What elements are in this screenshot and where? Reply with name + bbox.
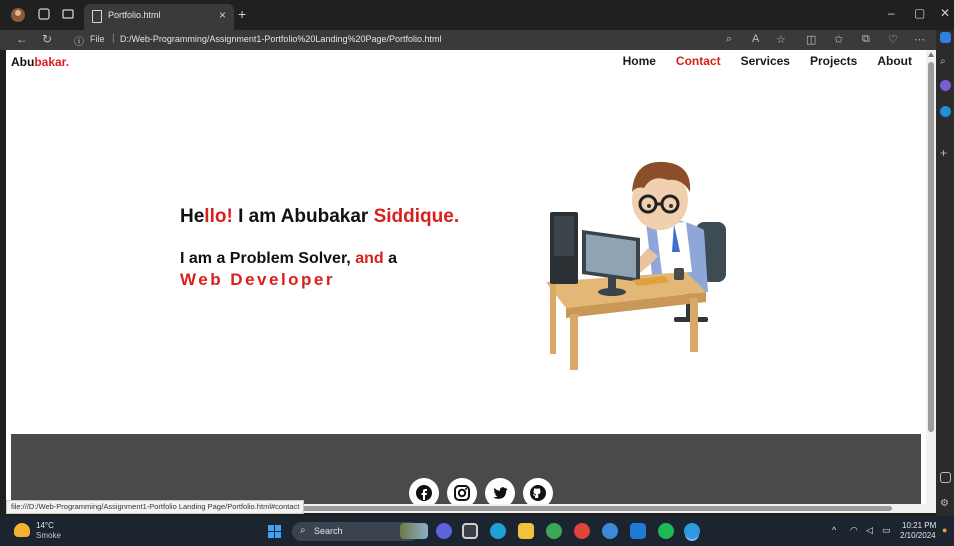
volume-icon[interactable]: ◁ (866, 525, 873, 536)
site-info-icon[interactable]: ⓘ (74, 33, 84, 48)
split-screen-icon[interactable]: ◫ (806, 33, 816, 46)
spotify-icon[interactable] (658, 523, 674, 539)
page-vertical-scrollbar[interactable] (926, 50, 936, 513)
address-url[interactable]: D:/Web-Programming/Assignment1-Portfolio… (120, 34, 442, 44)
hero-hello-accent: llo! (204, 206, 233, 227)
chrome-alt-icon[interactable] (602, 523, 618, 539)
clock-time[interactable]: 10:21 PM (902, 521, 936, 530)
nav-contact[interactable]: Contact (676, 54, 721, 68)
tray-chevron-icon[interactable]: ^ (832, 525, 836, 535)
more-menu-icon[interactable]: ⋯ (914, 33, 925, 46)
hero-tagline: I am a Problem Solver, and a (180, 250, 397, 268)
notification-bell-icon[interactable]: ● (942, 525, 947, 535)
chrome-profile-icon[interactable] (574, 523, 590, 539)
meet-app-icon[interactable] (436, 523, 452, 539)
hero-name-accent: Siddique. (373, 206, 460, 227)
site-brand-logo[interactable]: Abubakar. (11, 55, 69, 69)
nav-services[interactable]: Services (741, 54, 790, 68)
edge-sidebar: ⌕ + ⚙ (936, 30, 954, 516)
battery-icon[interactable]: ▭ (882, 525, 891, 536)
read-aloud-icon[interactable]: A (752, 33, 759, 45)
tab-close-icon[interactable]: × (219, 8, 226, 22)
sidebar-app-icon[interactable] (940, 80, 951, 91)
favorites-icon[interactable]: ✩ (834, 33, 843, 46)
windows-taskbar: 14°C Smoke ⌕ Search ^ ◠ ◁ ▭ 10:21 PM 2/1… (0, 516, 954, 546)
refresh-icon[interactable]: ↻ (42, 32, 52, 46)
tab-portfolio[interactable]: Portfolio.html × (84, 4, 234, 30)
developer-illustration (546, 161, 726, 370)
screen: Portfolio.html × + – ▢ ✕ ← ↻ ⓘ File | D:… (0, 0, 954, 546)
sidebar-layout-icon[interactable] (940, 472, 951, 483)
browser-titlebar: Portfolio.html × + – ▢ ✕ (0, 0, 954, 30)
sidebar-add-icon[interactable]: + (940, 147, 951, 159)
minimize-icon[interactable]: – (888, 6, 895, 20)
file-explorer-icon[interactable] (518, 523, 534, 539)
clock-date[interactable]: 2/10/2024 (900, 531, 936, 540)
weather-temperature: 14°C (36, 521, 54, 530)
status-link-preview: file:///D:/Web-Programming/Assignment1-P… (6, 500, 305, 514)
edge-active-icon[interactable] (684, 523, 700, 539)
brand-accent: bakar. (34, 55, 70, 69)
outlook-icon[interactable] (940, 106, 951, 117)
address-separator: | (112, 33, 115, 44)
address-toolbar: ← ↻ ⓘ File | D:/Web-Programming/Assignme… (0, 30, 954, 50)
close-window-icon[interactable]: ✕ (940, 6, 950, 20)
windows-start-icon[interactable] (268, 525, 281, 538)
profile-avatar-icon[interactable] (10, 7, 26, 23)
vscode-icon[interactable] (630, 523, 646, 539)
nav-home[interactable]: Home (623, 54, 656, 68)
search-icon: ⌕ (300, 525, 306, 536)
task-view-icon[interactable] (462, 523, 478, 539)
hero-tagline-end: a (383, 250, 397, 267)
back-arrow-icon[interactable]: ← (16, 32, 28, 46)
web-page: Abubakar. Home Contact Services Projects… (6, 50, 926, 513)
copilot-icon[interactable] (940, 32, 951, 43)
weather-icon[interactable] (14, 523, 30, 537)
search-placeholder: Search (314, 526, 343, 536)
tab-actions-icon[interactable] (60, 7, 76, 23)
edge-app-icon[interactable] (490, 523, 506, 539)
scroll-up-arrow-icon[interactable] (928, 52, 934, 57)
file-protocol-label: File (90, 34, 105, 44)
site-navigation: Home Contact Services Projects About (623, 54, 912, 68)
restore-icon[interactable]: ▢ (914, 6, 925, 20)
search-highlight-icon[interactable] (400, 523, 428, 539)
nav-projects[interactable]: Projects (810, 54, 857, 68)
new-tab-button[interactable]: + (238, 6, 246, 22)
favorite-star-icon[interactable]: ☆ (776, 33, 786, 46)
hero-role: Web Developer (180, 270, 336, 289)
hero-tagline-main: I am a Problem Solver, (180, 250, 356, 267)
workspaces-icon[interactable] (36, 7, 52, 23)
collections-icon[interactable]: ⧉ (862, 33, 870, 46)
sidebar-search-icon[interactable]: ⌕ (940, 56, 951, 67)
address-bar[interactable]: ⓘ File | D:/Web-Programming/Assignment1-… (70, 32, 800, 48)
sidebar-settings-icon[interactable]: ⚙ (940, 498, 951, 509)
document-icon (92, 10, 102, 23)
nav-about[interactable]: About (877, 54, 912, 68)
hero-tagline-accent: and (355, 250, 384, 267)
scrollbar-thumb[interactable] (928, 62, 934, 432)
chrome-app-icon[interactable] (546, 523, 562, 539)
zoom-icon[interactable]: ⌕ (726, 33, 732, 46)
tab-title: Portfolio.html (108, 10, 161, 20)
hero-hello-prefix: He (180, 206, 205, 227)
brand-main: Abu (11, 55, 35, 69)
hero-intro: I am Abubakar (232, 206, 374, 227)
extensions-icon[interactable]: ♡ (888, 33, 898, 46)
wifi-icon[interactable]: ◠ (850, 525, 858, 536)
hero-greeting: Hello! I am Abubakar Siddique. (180, 206, 459, 228)
weather-condition: Smoke (36, 531, 61, 540)
